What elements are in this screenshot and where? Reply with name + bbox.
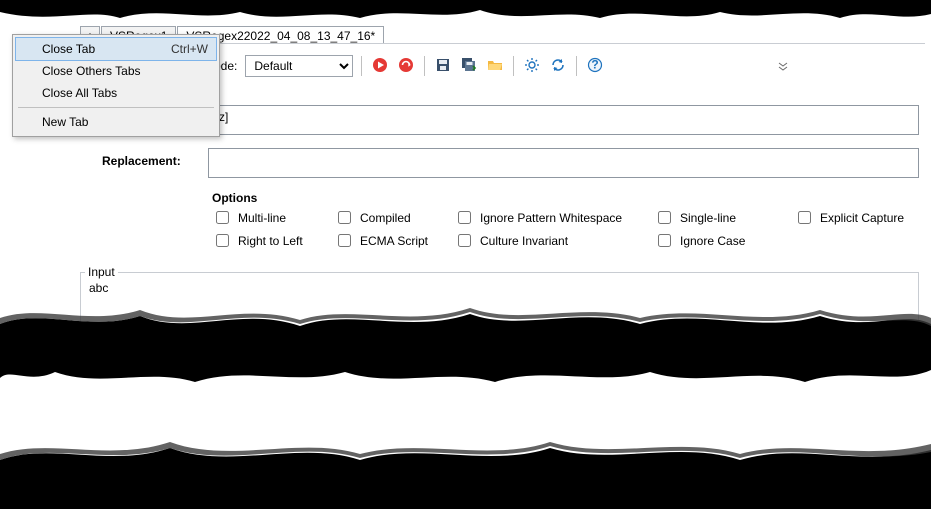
option-label: Explicit Capture <box>820 211 904 225</box>
checkbox[interactable] <box>798 211 811 224</box>
option-culture-invariant[interactable]: Culture Invariant <box>454 231 654 250</box>
toolbar-separator <box>361 56 362 76</box>
option-label: Culture Invariant <box>480 234 568 248</box>
checkbox[interactable] <box>658 234 671 247</box>
menu-close-others[interactable]: Close Others Tabs <box>16 60 216 82</box>
run-button[interactable] <box>370 56 390 76</box>
run-icon <box>372 57 388 76</box>
menu-label: Close Tab <box>42 42 95 56</box>
open-button[interactable] <box>485 56 505 76</box>
option-explicit-capture[interactable]: Explicit Capture <box>794 208 931 227</box>
menu-new-tab[interactable]: New Tab <box>16 111 216 133</box>
refresh-icon <box>550 57 566 76</box>
menu-close-all[interactable]: Close All Tabs <box>16 82 216 104</box>
toolbar-overflow[interactable] <box>776 60 790 74</box>
checkbox[interactable] <box>216 211 229 224</box>
torn-edge-top <box>0 0 931 24</box>
settings-button[interactable] <box>522 56 542 76</box>
mode-select[interactable]: Default <box>245 55 353 77</box>
option-compiled[interactable]: Compiled <box>334 208 454 227</box>
gear-icon <box>524 57 540 76</box>
menu-label: New Tab <box>42 115 88 129</box>
option-label: Ignore Case <box>680 234 745 248</box>
option-ignore-pattern-whitespace[interactable]: Ignore Pattern Whitespace <box>454 208 654 227</box>
input-textarea[interactable]: abc <box>85 279 914 325</box>
option-label: Right to Left <box>238 234 303 248</box>
option-label: Compiled <box>360 211 411 225</box>
option-multi-line[interactable]: Multi-line <box>212 208 334 227</box>
option-right-to-left[interactable]: Right to Left <box>212 231 334 250</box>
save-icon <box>435 57 451 76</box>
checkbox[interactable] <box>658 211 671 224</box>
menu-label: Close All Tabs <box>42 86 117 100</box>
black-band-bottom <box>0 472 931 509</box>
menu-shortcut: Ctrl+W <box>171 42 208 56</box>
replacement-input[interactable] <box>208 148 919 178</box>
menu-separator <box>18 107 214 108</box>
svg-text:?: ? <box>592 57 599 71</box>
option-label: Ignore Pattern Whitespace <box>480 211 622 225</box>
option-label: Single-line <box>680 211 736 225</box>
checkbox[interactable] <box>458 234 471 247</box>
save-button[interactable] <box>433 56 453 76</box>
toolbar-separator <box>513 56 514 76</box>
checkbox[interactable] <box>216 234 229 247</box>
replacement-label: Replacement: <box>102 154 181 168</box>
option-label: ECMA Script <box>360 234 428 248</box>
options-grid: Multi-line Compiled Ignore Pattern White… <box>212 208 931 250</box>
help-icon: ? <box>587 57 603 76</box>
expression-input[interactable]: -z] <box>208 105 919 135</box>
torn-edge-mid-lower <box>0 360 931 396</box>
menu-close-tab[interactable]: Close Tab Ctrl+W <box>16 38 216 60</box>
option-ecma-script[interactable]: ECMA Script <box>334 231 454 250</box>
checkbox[interactable] <box>338 234 351 247</box>
black-band-mid <box>0 336 931 366</box>
save-all-icon <box>461 57 477 76</box>
open-folder-icon <box>487 57 503 76</box>
checkbox[interactable] <box>458 211 471 224</box>
input-value: abc <box>89 281 108 295</box>
option-single-line[interactable]: Single-line <box>654 208 794 227</box>
options-label: Options <box>212 191 257 205</box>
toolbar-separator <box>576 56 577 76</box>
toolbar: ode: Default <box>214 52 605 80</box>
stop-icon <box>398 57 414 76</box>
option-ignore-case[interactable]: Ignore Case <box>654 231 794 250</box>
tab-context-menu: Close Tab Ctrl+W Close Others Tabs Close… <box>12 34 220 137</box>
help-button[interactable]: ? <box>585 56 605 76</box>
input-legend: Input <box>85 265 118 279</box>
menu-label: Close Others Tabs <box>42 64 141 78</box>
toolbar-separator <box>424 56 425 76</box>
torn-edge-bottom-upper <box>0 430 931 474</box>
input-panel: Input abc <box>80 272 919 330</box>
checkbox[interactable] <box>338 211 351 224</box>
save-all-button[interactable] <box>459 56 479 76</box>
refresh-button[interactable] <box>548 56 568 76</box>
stop-button[interactable] <box>396 56 416 76</box>
option-label: Multi-line <box>238 211 286 225</box>
